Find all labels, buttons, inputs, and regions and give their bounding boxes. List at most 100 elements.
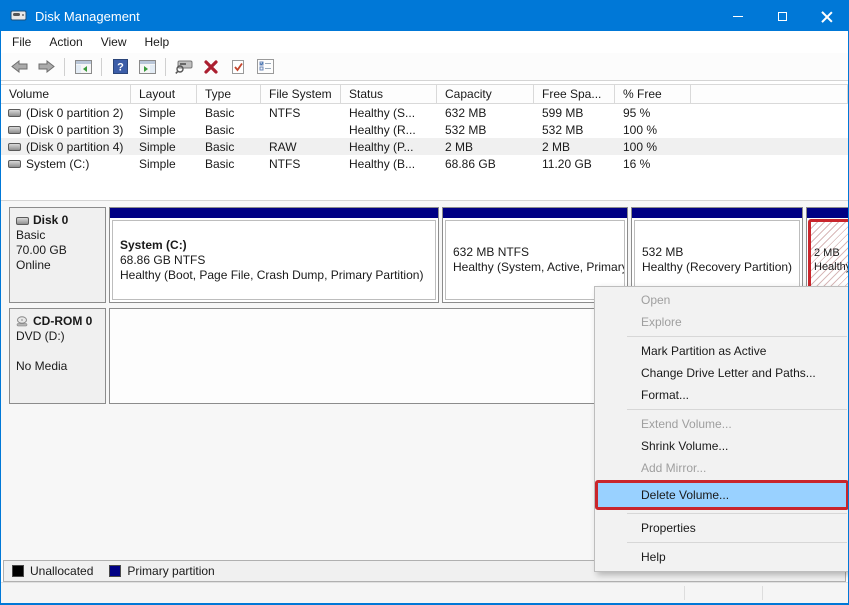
status-bar-divider: [762, 586, 763, 600]
menu-item-help[interactable]: Help: [595, 546, 849, 568]
back-button[interactable]: [7, 56, 31, 78]
column-header-status[interactable]: Status: [341, 85, 437, 103]
forward-button[interactable]: [34, 56, 58, 78]
minimize-icon: [733, 16, 743, 17]
cdrom-name: CD-ROM 0: [33, 314, 92, 329]
maximize-icon: [778, 12, 787, 21]
pct-free-cell: 95 %: [615, 106, 691, 120]
menu-help[interactable]: Help: [136, 31, 179, 53]
validate-icon: [231, 59, 245, 75]
validate-button[interactable]: [226, 56, 250, 78]
menu-item-change-drive-letter[interactable]: Change Drive Letter and Paths...: [595, 362, 849, 384]
menu-separator: [627, 336, 847, 337]
capacity-cell: 632 MB: [437, 106, 534, 120]
layout-cell: Simple: [131, 157, 197, 171]
show-action-pane-button[interactable]: [135, 56, 159, 78]
delete-button[interactable]: [199, 56, 223, 78]
column-header-type[interactable]: Type: [197, 85, 261, 103]
minimize-button[interactable]: [716, 1, 760, 31]
menu-item-mark-partition-active[interactable]: Mark Partition as Active: [595, 340, 849, 362]
delete-volume-annotation: Delete Volume...: [595, 480, 849, 510]
partition-system-c[interactable]: System (C:) 68.86 GB NTFS Healthy (Boot,…: [109, 207, 439, 303]
status-bar-divider: [684, 586, 685, 600]
legend-primary-partition: Primary partition: [109, 564, 214, 578]
delete-icon: [204, 60, 218, 74]
free-space-cell: 532 MB: [534, 123, 615, 137]
table-row-system-c[interactable]: System (C:) Simple Basic NTFS Healthy (B…: [1, 155, 848, 172]
volume-list-pane: Volume Layout Type File System Status Ca…: [1, 81, 848, 201]
status-cell: Healthy (P...: [341, 140, 437, 154]
column-header-free-space[interactable]: Free Spa...: [534, 85, 615, 103]
capacity-cell: 2 MB: [437, 140, 534, 154]
column-header-file-system[interactable]: File System: [261, 85, 341, 103]
status-cell: Healthy (R...: [341, 123, 437, 137]
layout-cell: Simple: [131, 123, 197, 137]
menu-item-open: Open: [595, 289, 849, 311]
table-row-partition-4[interactable]: (Disk 0 partition 4) Simple Basic RAW He…: [1, 138, 848, 155]
volume-icon: [8, 109, 21, 117]
menu-action[interactable]: Action: [40, 31, 91, 53]
volume-name: System (C:): [26, 157, 89, 171]
unallocated-swatch: [12, 565, 24, 577]
show-console-tree-button[interactable]: [71, 56, 95, 78]
title-bar: Disk Management: [1, 1, 848, 31]
help-button[interactable]: ?: [108, 56, 132, 78]
toolbar: ?: [1, 53, 848, 81]
partition-context-menu: Open Explore Mark Partition as Active Ch…: [594, 286, 849, 572]
legend-label: Unallocated: [30, 564, 93, 578]
layout-cell: Simple: [131, 106, 197, 120]
type-cell: Basic: [197, 140, 261, 154]
disk0-name: Disk 0: [33, 213, 68, 228]
column-header-filler: [691, 85, 848, 103]
type-cell: Basic: [197, 123, 261, 137]
disk-management-app-icon: [10, 9, 28, 23]
menu-item-format[interactable]: Format...: [595, 384, 849, 406]
legend-unallocated: Unallocated: [12, 564, 93, 578]
layout-cell: Simple: [131, 140, 197, 154]
status-cell: Healthy (B...: [341, 157, 437, 171]
column-header-capacity[interactable]: Capacity: [437, 85, 534, 103]
partition-status: Healthy (Boot, Page File, Crash Dump, Pr…: [120, 268, 428, 283]
column-header-pct-free[interactable]: % Free: [615, 85, 691, 103]
column-header-layout[interactable]: Layout: [131, 85, 197, 103]
partition-status: Healthy: [814, 260, 849, 274]
column-header-volume[interactable]: Volume: [1, 85, 131, 103]
disk-icon: [16, 217, 29, 225]
volume-name: (Disk 0 partition 4): [26, 140, 123, 154]
disk-properties-button[interactable]: [172, 56, 196, 78]
cdrom-media: No Media: [16, 359, 101, 374]
free-space-cell: 599 MB: [534, 106, 615, 120]
menu-file[interactable]: File: [3, 31, 40, 53]
checklist-icon: [257, 59, 274, 74]
menu-item-properties[interactable]: Properties: [595, 517, 849, 539]
primary-partition-bar: [632, 208, 802, 218]
legend-label: Primary partition: [127, 564, 214, 578]
free-space-cell: 2 MB: [534, 140, 615, 154]
menu-bar: File Action View Help: [1, 31, 848, 53]
checklist-button[interactable]: [253, 56, 277, 78]
free-space-cell: 11.20 GB: [534, 157, 615, 171]
toolbar-separator: [64, 58, 65, 76]
maximize-button[interactable]: [760, 1, 804, 31]
table-row-partition-3[interactable]: (Disk 0 partition 3) Simple Basic Health…: [1, 121, 848, 138]
show-console-tree-icon: [75, 60, 92, 74]
close-button[interactable]: [804, 1, 848, 31]
type-cell: Basic: [197, 106, 261, 120]
menu-item-add-mirror: Add Mirror...: [595, 457, 849, 479]
primary-partition-swatch: [109, 565, 121, 577]
primary-partition-bar: [807, 208, 849, 218]
help-icon: ?: [113, 59, 128, 74]
menu-view[interactable]: View: [92, 31, 136, 53]
toolbar-separator: [165, 58, 166, 76]
pct-free-cell: 100 %: [615, 123, 691, 137]
disk0-label-panel[interactable]: Disk 0 Basic 70.00 GB Online: [9, 207, 106, 303]
cdrom-drive: DVD (D:): [16, 329, 101, 344]
table-row-partition-2[interactable]: (Disk 0 partition 2) Simple Basic NTFS H…: [1, 104, 848, 121]
menu-item-delete-volume[interactable]: Delete Volume...: [598, 483, 846, 507]
primary-partition-bar: [110, 208, 438, 218]
toolbar-separator: [101, 58, 102, 76]
menu-item-extend-volume: Extend Volume...: [595, 413, 849, 435]
menu-item-shrink-volume[interactable]: Shrink Volume...: [595, 435, 849, 457]
cdrom-label-panel[interactable]: CD-ROM 0 DVD (D:) No Media: [9, 308, 106, 404]
pct-free-cell: 16 %: [615, 157, 691, 171]
